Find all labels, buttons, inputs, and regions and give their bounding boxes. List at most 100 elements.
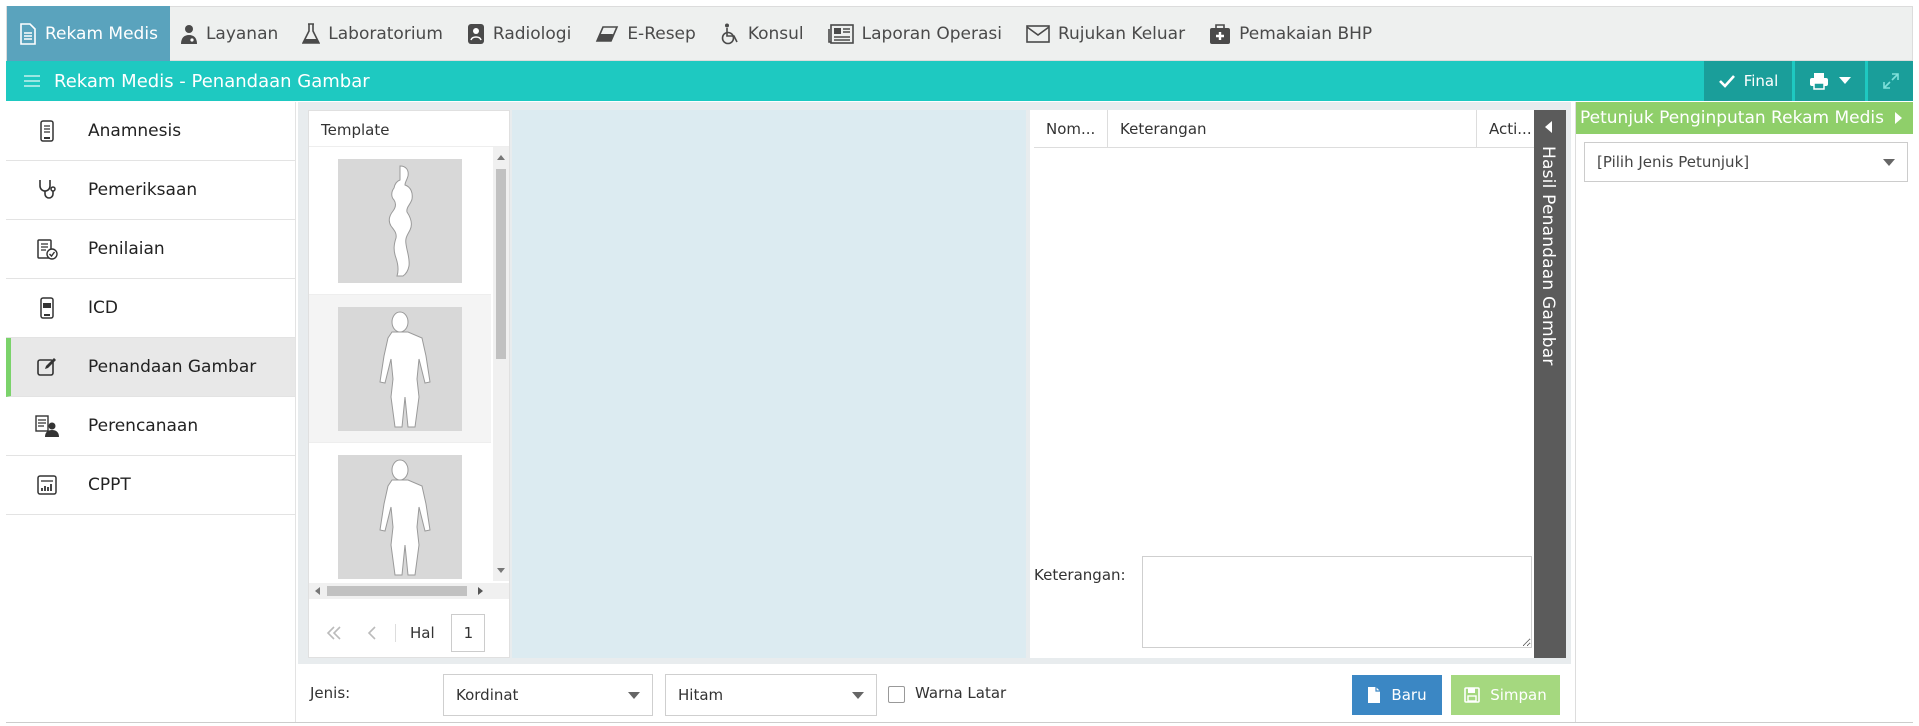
caret-right-icon (1895, 112, 1902, 124)
nav-laporan-operasi[interactable]: Laporan Operasi (818, 6, 1016, 61)
template-item[interactable] (309, 147, 491, 295)
scroll-left-icon (315, 587, 320, 595)
keterangan-textarea[interactable] (1142, 556, 1532, 648)
main-area: Template Hal 1 Nom... Keterangan Acti...… (298, 102, 1571, 722)
phone-clipboard-icon (40, 120, 54, 142)
prev-page-icon[interactable] (365, 625, 379, 641)
sidebar-item-perencanaan[interactable]: Perencanaan (6, 397, 295, 456)
menu-icon[interactable] (24, 74, 40, 88)
print-button[interactable] (1795, 61, 1865, 101)
template-horizontal-scrollbar[interactable] (309, 583, 509, 599)
radiology-icon (467, 23, 484, 44)
nav-layanan[interactable]: Layanan (170, 6, 292, 61)
wheelchair-icon (721, 23, 738, 44)
page-number-input[interactable]: 1 (450, 614, 485, 652)
sidebar-item-label: Penandaan Gambar (88, 357, 257, 377)
body-front-thumbnail (338, 306, 462, 431)
body-back-icon (379, 459, 431, 575)
nav-pemakaian-bhp[interactable]: Pemakaian BHP (1199, 6, 1386, 61)
sidebar-item-cppt[interactable]: CPPT (6, 456, 295, 515)
sidebar-item-penandaan-gambar[interactable]: Penandaan Gambar (6, 338, 295, 397)
sidebar-item-label: Pemeriksaan (88, 180, 198, 200)
baru-button[interactable]: Baru (1352, 675, 1442, 715)
page-label: Hal (395, 624, 435, 642)
document-icon (20, 22, 36, 45)
drawing-canvas[interactable] (512, 110, 1026, 658)
simpan-button[interactable]: Simpan (1451, 675, 1560, 715)
nav-konsul[interactable]: Konsul (710, 6, 818, 61)
keterangan-label: Keterangan: (1034, 566, 1126, 584)
warna-value: Hitam (678, 686, 724, 704)
body-front-icon (379, 311, 431, 427)
caret-down-icon (852, 692, 864, 699)
doctor-icon (180, 24, 197, 44)
flask-icon (302, 22, 321, 44)
template-vertical-scrollbar[interactable] (493, 147, 509, 581)
checklist-icon (37, 239, 58, 260)
simpan-label: Simpan (1490, 686, 1547, 704)
frame-border (6, 722, 1913, 723)
page-title: Rekam Medis - Penandaan Gambar (54, 70, 370, 92)
warna-latar-label: Warna Latar (915, 684, 1007, 702)
new-file-icon (1368, 687, 1381, 703)
nav-label: Laporan Operasi (861, 23, 1002, 44)
page-titlebar: Rekam Medis - Penandaan Gambar Final (6, 61, 1913, 101)
jenis-select[interactable]: Kordinat (443, 674, 653, 716)
nav-laboratorium[interactable]: Laboratorium (292, 6, 457, 61)
stethoscope-icon (39, 180, 56, 199)
caret-down-icon (1839, 77, 1851, 84)
nav-label: Laboratorium (328, 23, 443, 44)
result-panel: Nom... Keterangan Acti... Keterangan: (1030, 110, 1538, 658)
nav-label: Rekam Medis (45, 23, 158, 44)
body-side-icon (388, 164, 413, 276)
hasil-penandaan-tab[interactable]: Hasil Penandaan Gambar (1534, 110, 1566, 658)
scroll-down-icon (497, 568, 505, 573)
sidebar-item-label: CPPT (88, 475, 131, 495)
sidebar: Anamnesis Pemeriksaan Penilaian ICD Pena… (6, 102, 296, 722)
medkit-icon (1210, 23, 1231, 44)
petunjuk-select[interactable]: [Pilih Jenis Petunjuk] (1584, 142, 1908, 182)
icd-icon (40, 297, 54, 319)
chart-icon (37, 475, 57, 495)
hasil-penandaan-label: Hasil Penandaan Gambar (1538, 146, 1558, 366)
column-keterangan[interactable]: Keterangan (1108, 110, 1477, 147)
top-navigation: Rekam Medis Layanan Laboratorium Radiolo… (6, 6, 1913, 61)
body-side-thumbnail (338, 158, 462, 283)
warna-latar-checkbox[interactable] (888, 686, 905, 703)
template-item[interactable] (309, 443, 491, 581)
baru-label: Baru (1391, 686, 1427, 704)
jenis-label: Jenis: (310, 684, 351, 702)
first-page-icon[interactable] (325, 625, 343, 641)
warna-select[interactable]: Hitam (665, 674, 877, 716)
sidebar-item-anamnesis[interactable]: Anamnesis (6, 102, 295, 161)
nav-label: Radiologi (492, 23, 572, 44)
envelope-icon (1026, 24, 1050, 43)
nav-e-resep[interactable]: E-Resep (585, 6, 710, 61)
template-item[interactable] (309, 295, 491, 443)
nav-rujukan-keluar[interactable]: Rujukan Keluar (1016, 6, 1199, 61)
nav-radiologi[interactable]: Radiologi (457, 6, 585, 61)
save-icon (1464, 687, 1481, 703)
final-label: Final (1743, 72, 1779, 90)
sidebar-item-label: Anamnesis (88, 121, 182, 141)
sidebar-item-pemeriksaan[interactable]: Pemeriksaan (6, 161, 295, 220)
final-button[interactable]: Final (1704, 61, 1792, 101)
scroll-thumb[interactable] (496, 169, 506, 359)
body-back-thumbnail (338, 454, 462, 579)
sidebar-item-icd[interactable]: ICD (6, 279, 295, 338)
pill-icon (596, 25, 619, 42)
scroll-thumb[interactable] (327, 586, 467, 596)
sidebar-item-label: Perencanaan (88, 416, 199, 436)
result-grid-header: Nom... Keterangan Acti... (1034, 110, 1534, 148)
caret-down-icon (628, 692, 640, 699)
collapse-left-icon (1545, 121, 1552, 133)
nav-rekam-medis[interactable]: Rekam Medis (7, 6, 170, 61)
printer-icon (1810, 73, 1828, 90)
nav-label: Konsul (747, 23, 804, 44)
template-pager: Hal 1 (309, 609, 509, 657)
column-nomor[interactable]: Nom... (1034, 110, 1108, 147)
petunjuk-header[interactable]: Petunjuk Penginputan Rekam Medis (1576, 102, 1913, 134)
column-action[interactable]: Acti... (1477, 110, 1534, 147)
sidebar-item-penilaian[interactable]: Penilaian (6, 220, 295, 279)
expand-button[interactable] (1868, 61, 1913, 101)
